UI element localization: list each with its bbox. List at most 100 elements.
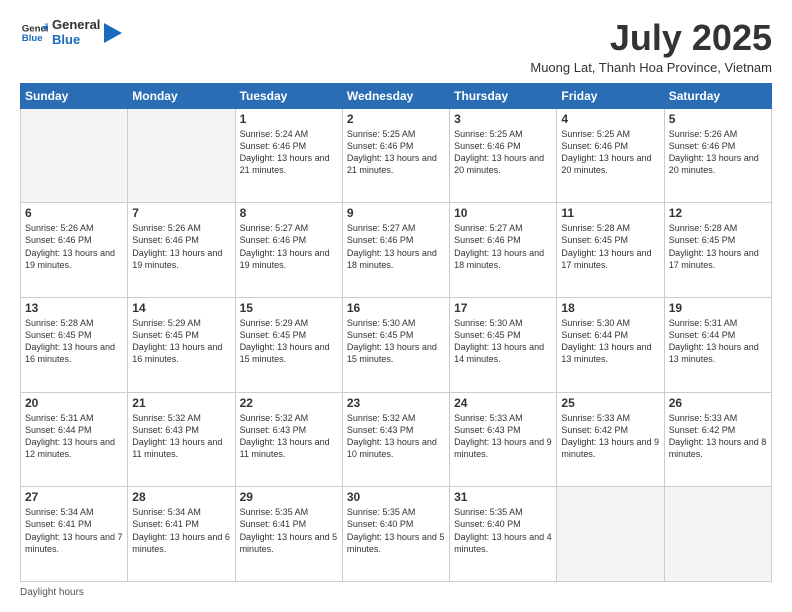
calendar-cell	[21, 108, 128, 203]
calendar-cell: 11 Sunrise: 5:28 AM Sunset: 6:45 PM Dayli…	[557, 203, 664, 298]
day-number: 12	[669, 206, 767, 220]
cell-info: Sunrise: 5:29 AM Sunset: 6:45 PM Dayligh…	[240, 317, 338, 366]
title-block: July 2025 Muong Lat, Thanh Hoa Province,…	[530, 18, 772, 75]
calendar-cell: 3 Sunrise: 5:25 AM Sunset: 6:46 PM Daylig…	[450, 108, 557, 203]
cell-info: Sunrise: 5:32 AM Sunset: 6:43 PM Dayligh…	[347, 412, 445, 461]
calendar-cell	[128, 108, 235, 203]
cell-info: Sunrise: 5:28 AM Sunset: 6:45 PM Dayligh…	[669, 222, 767, 271]
calendar-cell: 28 Sunrise: 5:34 AM Sunset: 6:41 PM Dayli…	[128, 487, 235, 582]
day-number: 8	[240, 206, 338, 220]
day-number: 26	[669, 396, 767, 410]
cell-info: Sunrise: 5:28 AM Sunset: 6:45 PM Dayligh…	[25, 317, 123, 366]
calendar-cell: 7 Sunrise: 5:26 AM Sunset: 6:46 PM Daylig…	[128, 203, 235, 298]
day-number: 22	[240, 396, 338, 410]
cell-info: Sunrise: 5:35 AM Sunset: 6:40 PM Dayligh…	[347, 506, 445, 555]
logo-general: General	[52, 18, 100, 33]
calendar-header-row: SundayMondayTuesdayWednesdayThursdayFrid…	[21, 83, 772, 108]
calendar-cell: 21 Sunrise: 5:32 AM Sunset: 6:43 PM Dayli…	[128, 392, 235, 487]
cell-info: Sunrise: 5:33 AM Sunset: 6:42 PM Dayligh…	[669, 412, 767, 461]
day-number: 24	[454, 396, 552, 410]
calendar-cell: 1 Sunrise: 5:24 AM Sunset: 6:46 PM Daylig…	[235, 108, 342, 203]
day-number: 23	[347, 396, 445, 410]
week-row-5: 27Sunrise: 5:34 AM Sunset: 6:41 PM Dayli…	[21, 487, 772, 582]
header-thursday: Thursday	[450, 83, 557, 108]
day-number: 2	[347, 112, 445, 126]
calendar-cell: 16 Sunrise: 5:30 AM Sunset: 6:45 PM Dayli…	[342, 297, 449, 392]
day-number: 25	[561, 396, 659, 410]
calendar-cell: 24 Sunrise: 5:33 AM Sunset: 6:43 PM Dayli…	[450, 392, 557, 487]
week-row-2: 6Sunrise: 5:26 AM Sunset: 6:46 PM Daylig…	[21, 203, 772, 298]
day-number: 16	[347, 301, 445, 315]
cell-info: Sunrise: 5:27 AM Sunset: 6:46 PM Dayligh…	[454, 222, 552, 271]
day-number: 1	[240, 112, 338, 126]
subtitle: Muong Lat, Thanh Hoa Province, Vietnam	[530, 60, 772, 75]
day-number: 9	[347, 206, 445, 220]
cell-info: Sunrise: 5:30 AM Sunset: 6:45 PM Dayligh…	[347, 317, 445, 366]
day-number: 28	[132, 490, 230, 504]
cell-info: Sunrise: 5:25 AM Sunset: 6:46 PM Dayligh…	[454, 128, 552, 177]
logo: General Blue General Blue	[20, 18, 122, 48]
daylight-label: Daylight hours	[20, 587, 84, 598]
calendar-cell: 20Sunrise: 5:31 AM Sunset: 6:44 PM Dayli…	[21, 392, 128, 487]
day-number: 17	[454, 301, 552, 315]
cell-info: Sunrise: 5:26 AM Sunset: 6:46 PM Dayligh…	[669, 128, 767, 177]
calendar-cell: 27Sunrise: 5:34 AM Sunset: 6:41 PM Dayli…	[21, 487, 128, 582]
cell-info: Sunrise: 5:25 AM Sunset: 6:46 PM Dayligh…	[347, 128, 445, 177]
cell-info: Sunrise: 5:25 AM Sunset: 6:46 PM Dayligh…	[561, 128, 659, 177]
footer-note: Daylight hours	[20, 587, 772, 598]
cell-info: Sunrise: 5:34 AM Sunset: 6:41 PM Dayligh…	[132, 506, 230, 555]
month-title: July 2025	[530, 18, 772, 58]
calendar-cell: 31 Sunrise: 5:35 AM Sunset: 6:40 PM Dayli…	[450, 487, 557, 582]
week-row-3: 13Sunrise: 5:28 AM Sunset: 6:45 PM Dayli…	[21, 297, 772, 392]
day-number: 29	[240, 490, 338, 504]
logo-arrow-icon	[104, 23, 122, 43]
day-number: 11	[561, 206, 659, 220]
header: General Blue General Blue July 2025 Muon…	[20, 18, 772, 75]
calendar-cell: 5Sunrise: 5:26 AM Sunset: 6:46 PM Daylig…	[664, 108, 771, 203]
calendar-cell: 18 Sunrise: 5:30 AM Sunset: 6:44 PM Dayli…	[557, 297, 664, 392]
day-number: 31	[454, 490, 552, 504]
calendar-cell: 12 Sunrise: 5:28 AM Sunset: 6:45 PM Dayli…	[664, 203, 771, 298]
calendar-cell: 30Sunrise: 5:35 AM Sunset: 6:40 PM Dayli…	[342, 487, 449, 582]
calendar-cell: 19 Sunrise: 5:31 AM Sunset: 6:44 PM Dayli…	[664, 297, 771, 392]
cell-info: Sunrise: 5:26 AM Sunset: 6:46 PM Dayligh…	[25, 222, 123, 271]
day-number: 14	[132, 301, 230, 315]
cell-info: Sunrise: 5:30 AM Sunset: 6:44 PM Dayligh…	[561, 317, 659, 366]
cell-info: Sunrise: 5:29 AM Sunset: 6:45 PM Dayligh…	[132, 317, 230, 366]
calendar-cell: 9Sunrise: 5:27 AM Sunset: 6:46 PM Daylig…	[342, 203, 449, 298]
cell-info: Sunrise: 5:28 AM Sunset: 6:45 PM Dayligh…	[561, 222, 659, 271]
calendar-cell	[664, 487, 771, 582]
week-row-4: 20Sunrise: 5:31 AM Sunset: 6:44 PM Dayli…	[21, 392, 772, 487]
day-number: 4	[561, 112, 659, 126]
calendar-table: SundayMondayTuesdayWednesdayThursdayFrid…	[20, 83, 772, 582]
day-number: 7	[132, 206, 230, 220]
calendar-cell: 6Sunrise: 5:26 AM Sunset: 6:46 PM Daylig…	[21, 203, 128, 298]
cell-info: Sunrise: 5:31 AM Sunset: 6:44 PM Dayligh…	[669, 317, 767, 366]
calendar-cell: 10 Sunrise: 5:27 AM Sunset: 6:46 PM Dayli…	[450, 203, 557, 298]
cell-info: Sunrise: 5:35 AM Sunset: 6:40 PM Dayligh…	[454, 506, 552, 555]
cell-info: Sunrise: 5:30 AM Sunset: 6:45 PM Dayligh…	[454, 317, 552, 366]
calendar-cell: 25 Sunrise: 5:33 AM Sunset: 6:42 PM Dayli…	[557, 392, 664, 487]
day-number: 19	[669, 301, 767, 315]
logo-blue: Blue	[52, 33, 100, 48]
calendar-cell: 22Sunrise: 5:32 AM Sunset: 6:43 PM Dayli…	[235, 392, 342, 487]
cell-info: Sunrise: 5:32 AM Sunset: 6:43 PM Dayligh…	[132, 412, 230, 461]
header-wednesday: Wednesday	[342, 83, 449, 108]
day-number: 18	[561, 301, 659, 315]
cell-info: Sunrise: 5:33 AM Sunset: 6:42 PM Dayligh…	[561, 412, 659, 461]
day-number: 21	[132, 396, 230, 410]
cell-info: Sunrise: 5:26 AM Sunset: 6:46 PM Dayligh…	[132, 222, 230, 271]
cell-info: Sunrise: 5:34 AM Sunset: 6:41 PM Dayligh…	[25, 506, 123, 555]
cell-info: Sunrise: 5:24 AM Sunset: 6:46 PM Dayligh…	[240, 128, 338, 177]
cell-info: Sunrise: 5:33 AM Sunset: 6:43 PM Dayligh…	[454, 412, 552, 461]
page: General Blue General Blue July 2025 Muon…	[0, 0, 792, 612]
day-number: 3	[454, 112, 552, 126]
header-friday: Friday	[557, 83, 664, 108]
day-number: 10	[454, 206, 552, 220]
cell-info: Sunrise: 5:27 AM Sunset: 6:46 PM Dayligh…	[240, 222, 338, 271]
calendar-cell: 2 Sunrise: 5:25 AM Sunset: 6:46 PM Daylig…	[342, 108, 449, 203]
calendar-cell: 17 Sunrise: 5:30 AM Sunset: 6:45 PM Dayli…	[450, 297, 557, 392]
calendar-cell: 13Sunrise: 5:28 AM Sunset: 6:45 PM Dayli…	[21, 297, 128, 392]
calendar-cell	[557, 487, 664, 582]
day-number: 15	[240, 301, 338, 315]
